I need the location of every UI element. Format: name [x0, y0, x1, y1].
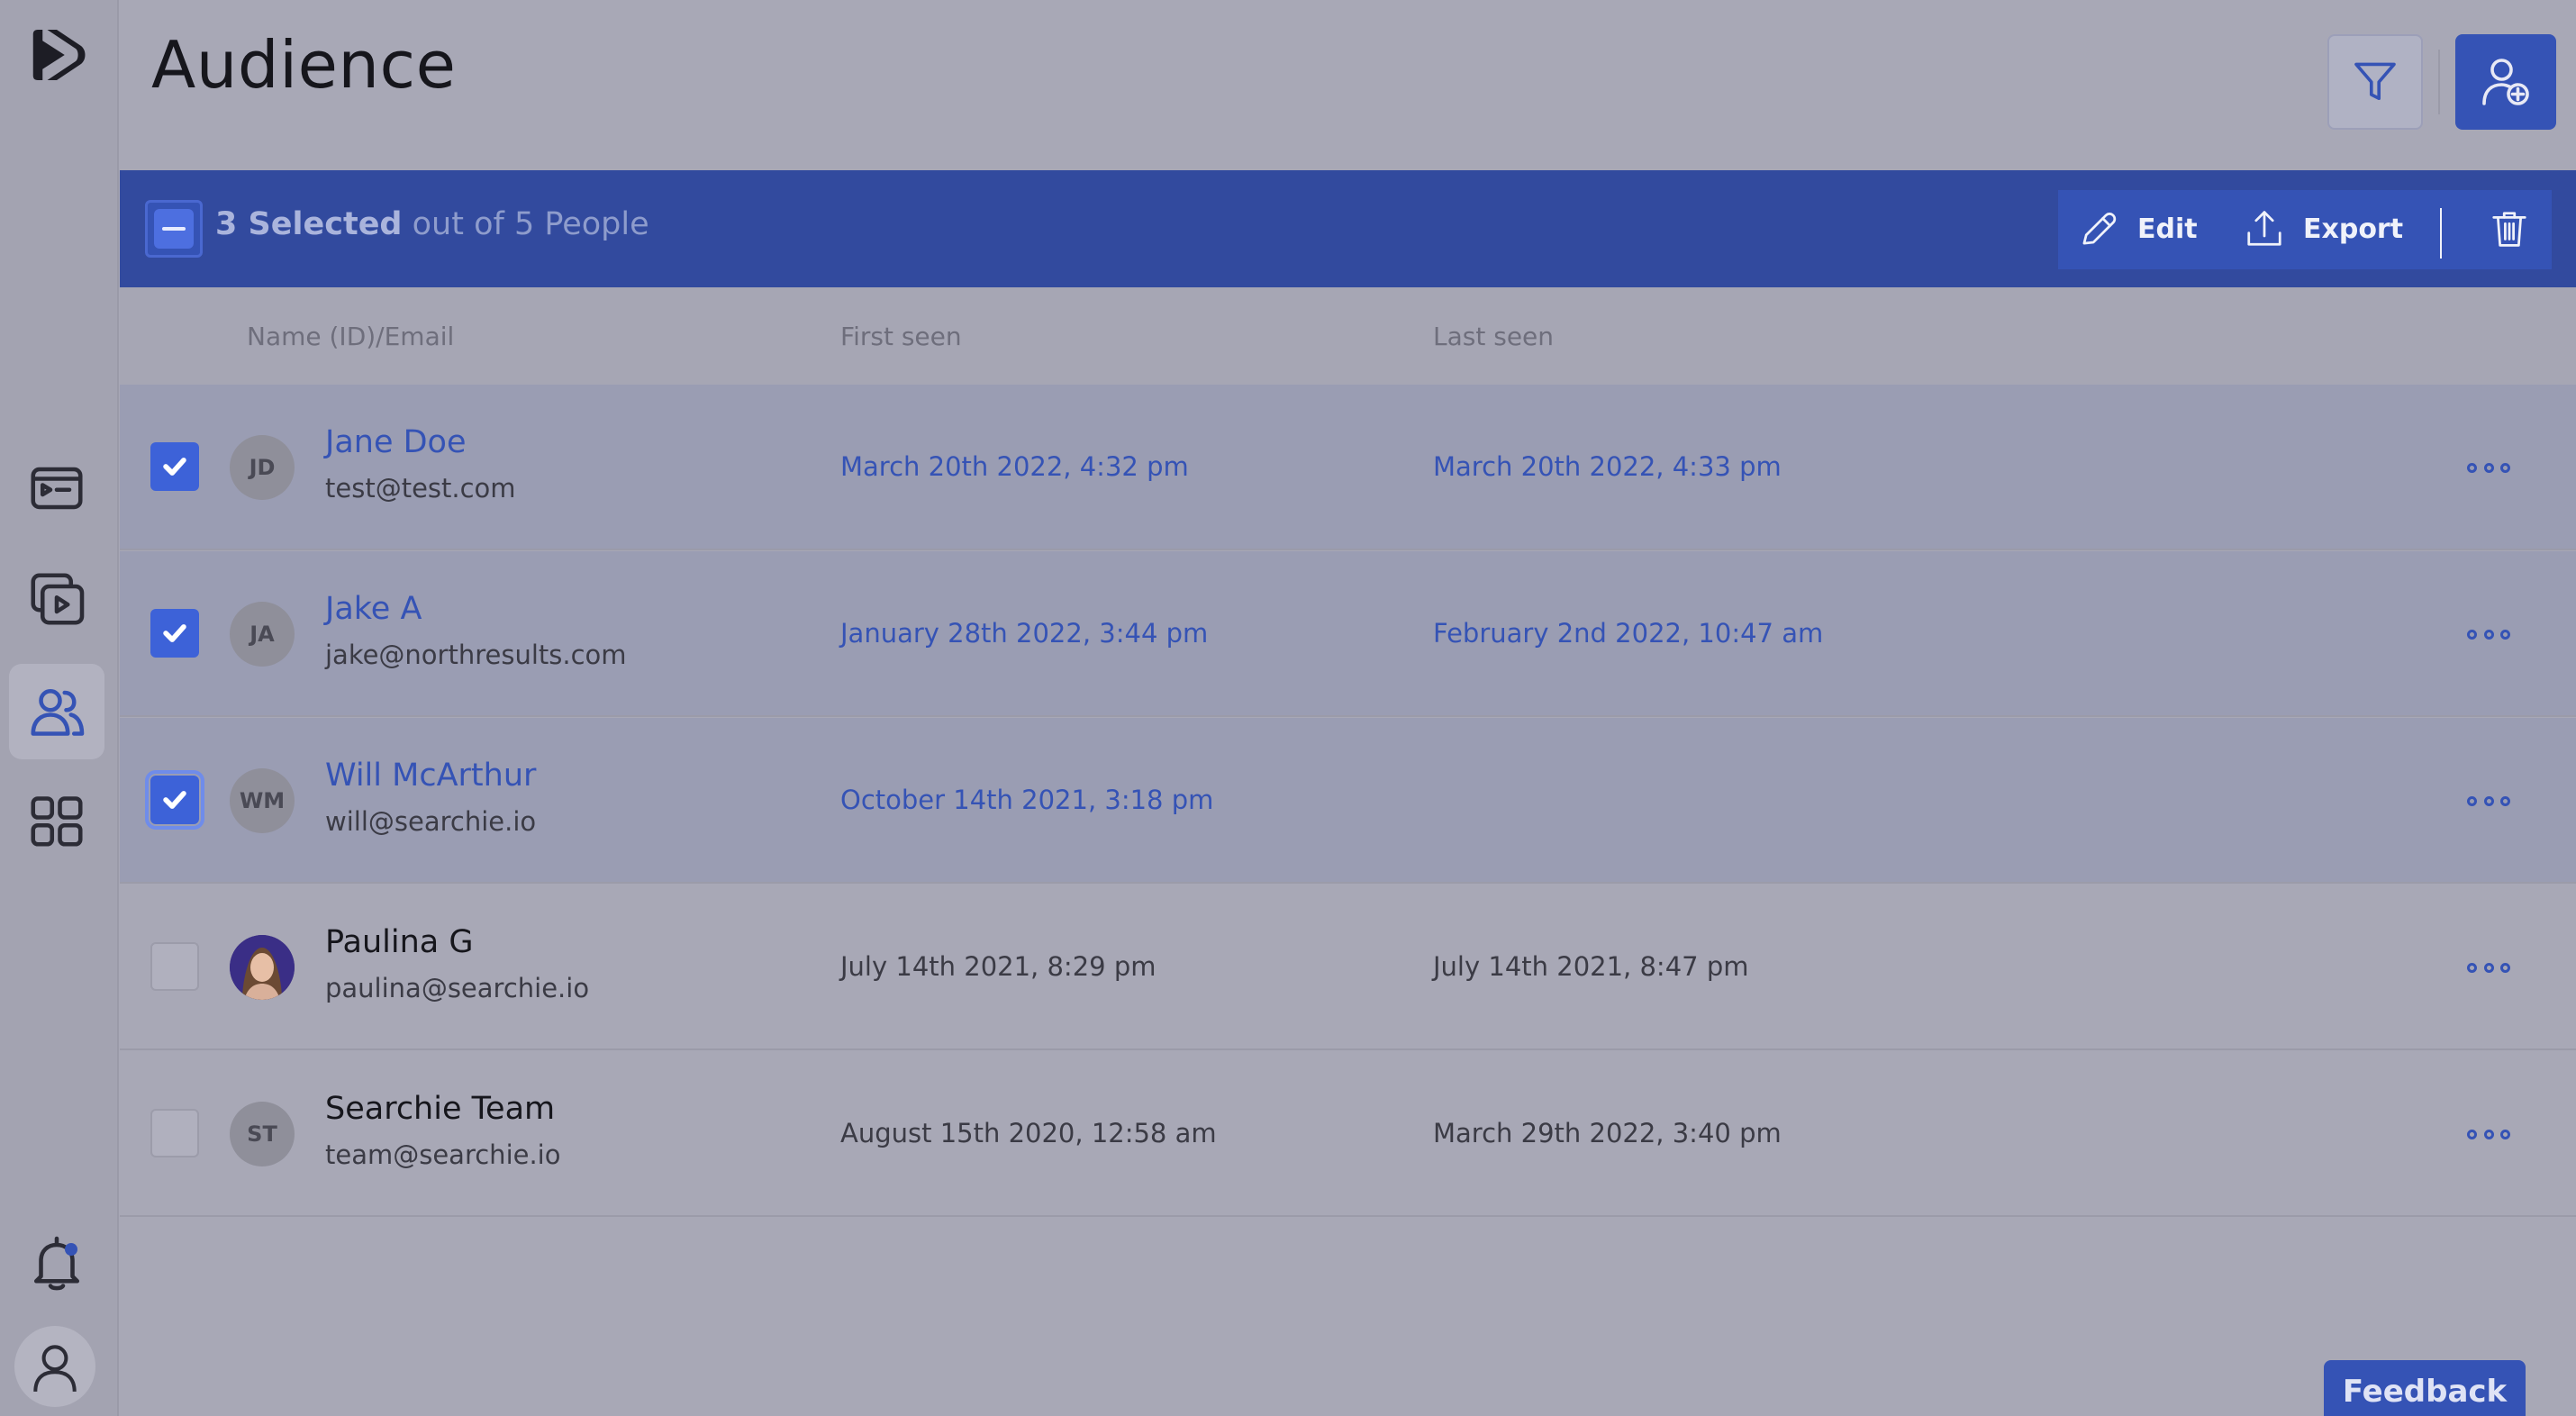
- avatar: JA: [230, 602, 295, 667]
- add-person-icon: [2482, 59, 2529, 105]
- column-header-name[interactable]: Name (ID)/Email: [247, 322, 454, 351]
- more-options-icon[interactable]: [2467, 1116, 2510, 1152]
- person-name[interactable]: Searchie Team: [325, 1091, 555, 1127]
- add-person-button[interactable]: [2455, 34, 2556, 130]
- selection-summary: 3 Selected out of 5 People: [215, 206, 649, 242]
- avatar: WM: [230, 768, 295, 833]
- table-row[interactable]: WM Will McArthur will@searchie.io Octobe…: [120, 718, 2576, 884]
- row-checkbox[interactable]: [150, 942, 199, 991]
- more-options-icon[interactable]: [2467, 616, 2510, 652]
- deselect-all-checkbox[interactable]: [145, 200, 203, 258]
- avatar-photo: [230, 935, 295, 1000]
- avatar: JD: [230, 435, 295, 500]
- row-checkbox[interactable]: [150, 1109, 199, 1157]
- column-header-last-seen[interactable]: Last seen: [1433, 322, 1554, 351]
- video-library-icon[interactable]: [9, 551, 104, 647]
- notification-bell-icon[interactable]: [9, 1216, 104, 1312]
- first-seen-date: July 14th 2021, 8:29 pm: [840, 951, 1156, 982]
- edit-button[interactable]: Edit: [2078, 208, 2198, 250]
- filter-button[interactable]: [2327, 34, 2423, 130]
- user-avatar-icon[interactable]: [14, 1326, 95, 1407]
- feedback-button[interactable]: Feedback: [2324, 1360, 2526, 1416]
- sidebar: [0, 0, 119, 1416]
- edit-label: Edit: [2137, 213, 2198, 245]
- person-name[interactable]: Paulina G: [325, 924, 474, 960]
- first-seen-date: March 20th 2022, 4:32 pm: [840, 451, 1189, 482]
- table-row[interactable]: ST Searchie Team team@searchie.io August…: [120, 1051, 2576, 1217]
- person-email: will@searchie.io: [325, 806, 537, 837]
- audience-icon[interactable]: [9, 664, 104, 759]
- table-row[interactable]: JD Jane Doe test@test.com March 20th 202…: [120, 385, 2576, 550]
- delete-button[interactable]: [2489, 208, 2530, 250]
- last-seen-date: March 20th 2022, 4:33 pm: [1433, 451, 1782, 482]
- export-label: Export: [2303, 213, 2404, 245]
- header-divider: [2438, 50, 2440, 114]
- export-button[interactable]: Export: [2244, 208, 2403, 250]
- person-email: test@test.com: [325, 473, 516, 504]
- playlist-icon[interactable]: [9, 440, 104, 536]
- person-email: team@searchie.io: [325, 1139, 561, 1170]
- notification-dot: [65, 1243, 77, 1256]
- page-title: Audience: [151, 27, 457, 103]
- pencil-icon: [2082, 212, 2117, 245]
- avatar: ST: [230, 1102, 295, 1166]
- person-email: paulina@searchie.io: [325, 973, 590, 1003]
- table-row[interactable]: JA Jake A jake@northresults.com January …: [120, 551, 2576, 717]
- first-seen-date: October 14th 2021, 3:18 pm: [840, 785, 1214, 815]
- first-seen-date: August 15th 2020, 12:58 am: [840, 1118, 1217, 1148]
- row-checkbox[interactable]: [145, 770, 204, 830]
- table-header: Name (ID)/Email First seen Last seen: [120, 287, 2576, 385]
- filter-icon: [2354, 62, 2396, 101]
- selected-count: 3 Selected: [215, 206, 403, 242]
- selection-bar: 3 Selected out of 5 People Edit Export: [120, 170, 2576, 287]
- actions-divider: [2440, 208, 2442, 259]
- trash-icon: [2492, 212, 2526, 247]
- column-header-first-seen[interactable]: First seen: [840, 322, 962, 351]
- last-seen-date: July 14th 2021, 8:47 pm: [1433, 951, 1749, 982]
- more-options-icon[interactable]: [2467, 783, 2510, 819]
- logo-icon[interactable]: [9, 7, 104, 103]
- table-row[interactable]: Paulina G paulina@searchie.io July 14th …: [120, 885, 2576, 1050]
- row-checkbox[interactable]: [150, 442, 199, 491]
- upload-icon: [2247, 211, 2281, 246]
- last-seen-date: March 29th 2022, 3:40 pm: [1433, 1118, 1782, 1148]
- apps-grid-icon[interactable]: [9, 773, 104, 868]
- person-name[interactable]: Jane Doe: [325, 424, 467, 460]
- more-options-icon[interactable]: [2467, 449, 2510, 486]
- first-seen-date: January 28th 2022, 3:44 pm: [840, 618, 1209, 649]
- person-email: jake@northresults.com: [325, 640, 627, 670]
- last-seen-date: February 2nd 2022, 10:47 am: [1433, 618, 1824, 649]
- selected-total: out of 5 People: [412, 206, 649, 242]
- bulk-actions: Edit Export: [2058, 190, 2552, 269]
- more-options-icon[interactable]: [2467, 949, 2510, 985]
- row-checkbox[interactable]: [150, 609, 199, 658]
- person-name[interactable]: Will McArthur: [325, 758, 536, 794]
- person-name[interactable]: Jake A: [325, 591, 422, 627]
